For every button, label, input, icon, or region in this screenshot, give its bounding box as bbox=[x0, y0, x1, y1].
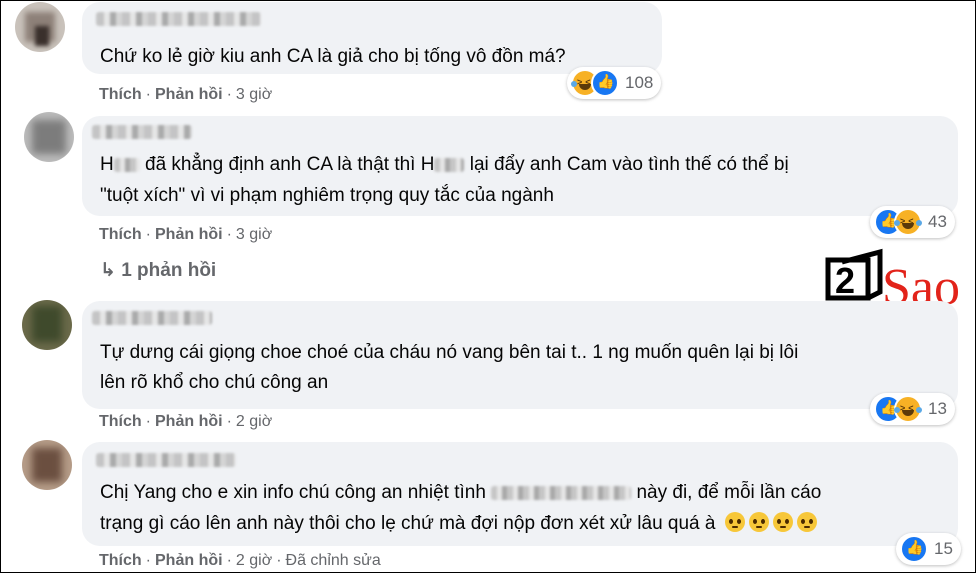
comment-text-line2: trạng gì cáo lên anh này thôi cho lẹ chứ… bbox=[100, 508, 817, 539]
comment-text: Chứ ko lẻ giờ kiu anh CA là giả cho bị t… bbox=[100, 46, 566, 67]
reaction-summary[interactable]: >< 108 bbox=[567, 67, 662, 99]
comment-actions: Thích · Phản hồi · 2 giờ bbox=[99, 413, 273, 430]
comment-actions: Thích · Phản hồi · 2 giờ · Đã chỉnh sửa bbox=[99, 552, 381, 569]
comment-actions: Thích · Phản hồi · 3 giờ bbox=[99, 86, 273, 103]
haha-icon: >< bbox=[894, 395, 922, 423]
comment-text-line2: lên rõ khổ cho chú công an bbox=[100, 372, 329, 393]
comment-text-line2: "tuột xích" vì vi phạm nghiêm trọng quy … bbox=[100, 185, 554, 206]
like-link[interactable]: Thích bbox=[99, 226, 142, 243]
comment-text: Chị Yang cho e xin info chú công an nhiệ… bbox=[100, 482, 822, 503]
reaction-count: 13 bbox=[928, 399, 947, 418]
haha-icon: >< bbox=[894, 208, 922, 236]
view-replies-link[interactable]: ↳ 1 phản hồi bbox=[100, 259, 216, 282]
comment-text: H đã khẳng định anh CA là thật thì H lại… bbox=[100, 154, 789, 175]
like-link[interactable]: Thích bbox=[99, 413, 142, 430]
like-icon bbox=[591, 69, 619, 97]
like-link[interactable]: Thích bbox=[99, 552, 142, 569]
avatar[interactable] bbox=[15, 2, 65, 52]
timestamp[interactable]: 2 giờ bbox=[236, 552, 272, 569]
like-icon bbox=[900, 535, 928, 563]
redacted-text bbox=[491, 485, 632, 500]
reply-link[interactable]: Phản hồi bbox=[155, 226, 223, 243]
reply-arrow-icon: ↳ bbox=[100, 260, 116, 281]
pleading-face-icon bbox=[724, 512, 745, 533]
svg-text:2: 2 bbox=[835, 260, 855, 301]
pleading-face-icon bbox=[748, 512, 769, 533]
redacted-text bbox=[434, 157, 465, 172]
reply-link[interactable]: Phản hồi bbox=[155, 86, 223, 103]
timestamp[interactable]: 3 giờ bbox=[236, 226, 272, 243]
commenter-name-redacted[interactable] bbox=[92, 125, 192, 139]
timestamp[interactable]: 3 giờ bbox=[236, 86, 272, 103]
commenter-name-redacted[interactable] bbox=[92, 311, 212, 325]
reaction-summary[interactable]: 15 bbox=[896, 533, 961, 565]
avatar[interactable] bbox=[22, 440, 72, 490]
pleading-face-icon bbox=[772, 512, 793, 533]
redacted-text bbox=[113, 157, 140, 172]
emoji-group bbox=[721, 508, 817, 539]
avatar[interactable] bbox=[24, 112, 74, 162]
avatar[interactable] bbox=[22, 300, 72, 350]
reaction-count: 15 bbox=[934, 539, 953, 558]
reply-link[interactable]: Phản hồi bbox=[155, 413, 223, 430]
edited-label: Đã chỉnh sửa bbox=[285, 552, 381, 569]
comment-actions: Thích · Phản hồi · 3 giờ bbox=[99, 226, 273, 243]
pleading-face-icon bbox=[796, 512, 817, 533]
reaction-count: 43 bbox=[928, 212, 947, 231]
commenter-name-redacted[interactable] bbox=[96, 12, 261, 26]
like-link[interactable]: Thích bbox=[99, 86, 142, 103]
reaction-count: 108 bbox=[625, 73, 654, 92]
reaction-summary[interactable]: >< 43 bbox=[870, 206, 955, 238]
commenter-name-redacted[interactable] bbox=[96, 453, 236, 467]
reply-link[interactable]: Phản hồi bbox=[155, 552, 223, 569]
timestamp[interactable]: 2 giờ bbox=[236, 413, 272, 430]
comment-text: Tự dưng cái giọng choe choé của cháu nó … bbox=[100, 342, 799, 363]
reaction-summary[interactable]: >< 13 bbox=[870, 393, 955, 425]
